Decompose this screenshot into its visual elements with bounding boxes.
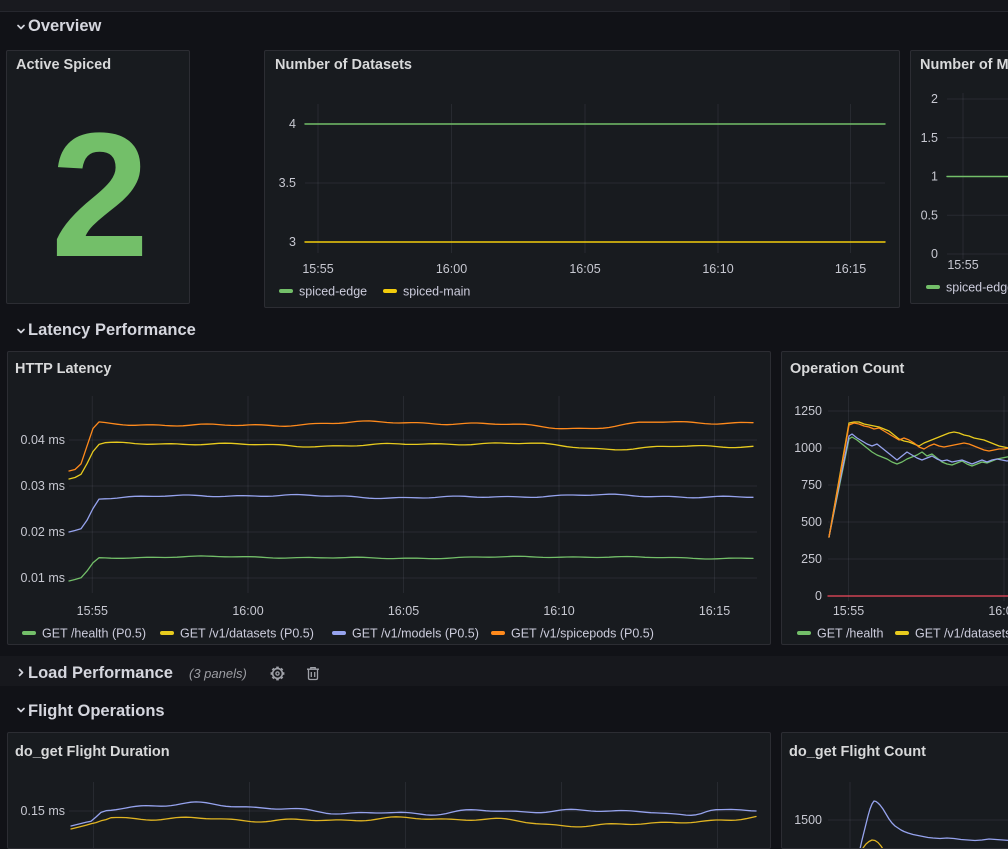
svg-text:spiced-edge: spiced-edge <box>946 281 1008 295</box>
svg-text:0.03 ms: 0.03 ms <box>21 479 65 493</box>
svg-text:0.04 ms: 0.04 ms <box>21 433 65 447</box>
svg-text:GET /v1/datasets (P0.5): GET /v1/datasets (P0.5) <box>180 627 314 641</box>
svg-text:16:00: 16:00 <box>436 262 467 276</box>
svg-text:spiced-edge: spiced-edge <box>299 285 367 299</box>
svg-text:0: 0 <box>815 589 822 603</box>
svg-text:0.5: 0.5 <box>921 208 938 222</box>
svg-text:0.01 ms: 0.01 ms <box>21 571 65 585</box>
svg-text:500: 500 <box>801 515 822 529</box>
svg-text:250: 250 <box>801 552 822 566</box>
svg-text:16:05: 16:05 <box>569 262 600 276</box>
svg-text:1500: 1500 <box>794 813 822 827</box>
svg-text:16:00: 16:00 <box>988 604 1008 618</box>
svg-text:15:55: 15:55 <box>833 604 864 618</box>
svg-text:3: 3 <box>289 235 296 249</box>
svg-text:3.5: 3.5 <box>279 176 296 190</box>
svg-text:1.5: 1.5 <box>921 131 938 145</box>
svg-text:16:10: 16:10 <box>702 262 733 276</box>
svg-text:0.02 ms: 0.02 ms <box>21 525 65 539</box>
svg-text:750: 750 <box>801 478 822 492</box>
svg-text:GET /health (P0.5): GET /health (P0.5) <box>42 627 146 641</box>
svg-text:1000: 1000 <box>794 441 822 455</box>
svg-text:16:10: 16:10 <box>543 604 574 618</box>
svg-text:4: 4 <box>289 117 296 131</box>
svg-text:1: 1 <box>931 170 938 184</box>
svg-text:2: 2 <box>931 92 938 106</box>
svg-text:GET /v1/datasets: GET /v1/datasets <box>915 627 1008 641</box>
svg-text:16:15: 16:15 <box>835 262 866 276</box>
svg-text:GET /v1/spicepods (P0.5): GET /v1/spicepods (P0.5) <box>511 627 654 641</box>
svg-text:16:05: 16:05 <box>388 604 419 618</box>
svg-text:GET /v1/models (P0.5): GET /v1/models (P0.5) <box>352 627 479 641</box>
svg-text:15:55: 15:55 <box>302 262 333 276</box>
svg-text:0.15 ms: 0.15 ms <box>21 804 65 818</box>
svg-text:16:00: 16:00 <box>232 604 263 618</box>
svg-text:15:55: 15:55 <box>77 604 108 618</box>
svg-text:0: 0 <box>931 247 938 261</box>
svg-text:15:55: 15:55 <box>947 258 978 272</box>
svg-text:spiced-main: spiced-main <box>403 285 470 299</box>
svg-text:GET /health: GET /health <box>817 627 884 641</box>
svg-text:16:15: 16:15 <box>699 604 730 618</box>
svg-text:1250: 1250 <box>794 404 822 418</box>
